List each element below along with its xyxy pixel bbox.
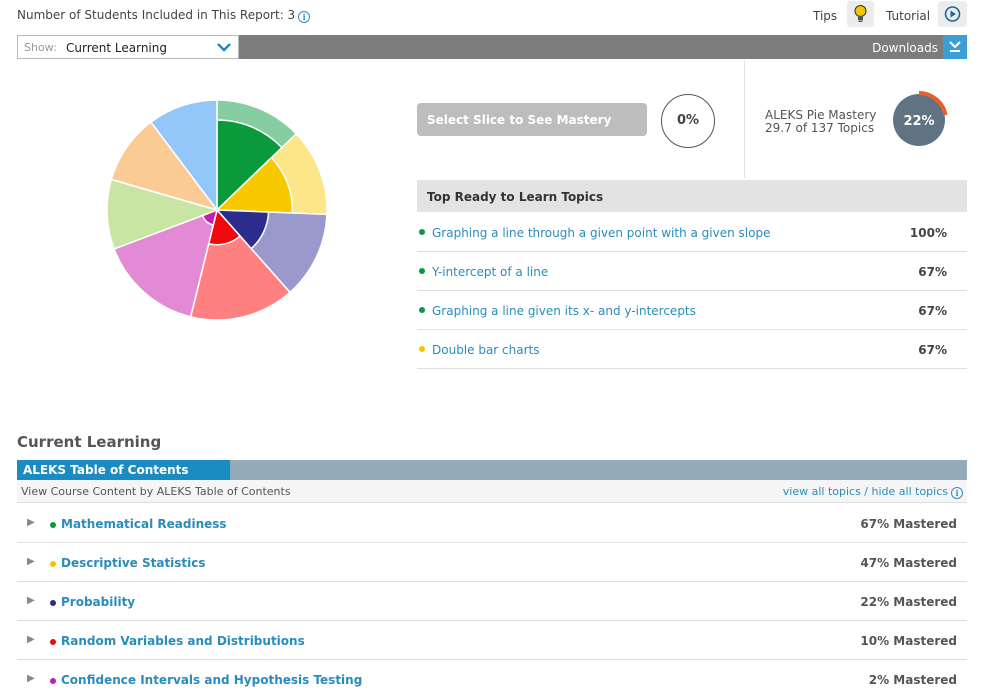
aleks-pie-chart[interactable] — [105, 98, 329, 322]
topic-percent: 100% — [909, 226, 947, 240]
toc-mastered: 47% Mastered — [860, 556, 957, 570]
students-count-label: Number of Students Included in This Repo… — [17, 8, 296, 22]
expand-arrow-icon[interactable]: ▶ — [27, 634, 35, 645]
top-ready-header: Top Ready to Learn Topics — [417, 180, 967, 212]
tips-label[interactable]: Tips — [813, 9, 837, 23]
toc-row[interactable]: ▶ Descriptive Statistics 47% Mastered — [17, 543, 967, 582]
topic-row[interactable]: Double bar charts 67% — [417, 330, 967, 369]
toc-row[interactable]: ▶ Random Variables and Distributions 10%… — [17, 621, 967, 660]
chevron-down-icon — [217, 43, 231, 52]
status-dot-icon — [419, 346, 425, 352]
downloads-button[interactable] — [943, 35, 967, 59]
expand-arrow-icon[interactable]: ▶ — [27, 517, 35, 528]
pie-mastery-percent: 22% — [903, 114, 934, 129]
show-bar: Show: Current Learning Downloads — [17, 35, 967, 59]
expand-arrow-icon[interactable]: ▶ — [27, 556, 35, 567]
topic-percent: 67% — [918, 304, 947, 318]
toc-unit-link[interactable]: Probability — [61, 595, 135, 609]
status-dot-icon — [419, 229, 425, 235]
top-bar: Number of Students Included in This Repo… — [0, 0, 991, 30]
downloads-label[interactable]: Downloads — [872, 41, 938, 55]
aleks-pie[interactable] — [105, 98, 329, 322]
download-icon — [949, 41, 961, 52]
expand-arrow-icon[interactable]: ▶ — [27, 673, 35, 684]
toc-toggle-links[interactable]: view all topics / hide all topics i — [783, 485, 963, 499]
status-dot-icon — [50, 522, 56, 528]
toc-row[interactable]: ▶ Confidence Intervals and Hypothesis Te… — [17, 660, 967, 696]
select-slice-button[interactable]: Select Slice to See Mastery — [417, 103, 647, 136]
status-dot-icon — [50, 600, 56, 606]
status-dot-icon — [50, 678, 56, 684]
toc-unit-link[interactable]: Mathematical Readiness — [61, 517, 227, 531]
toc-mastered: 67% Mastered — [860, 517, 957, 531]
info-icon[interactable]: i — [951, 487, 963, 499]
pie-mastery-title: ALEKS Pie Mastery — [765, 108, 877, 122]
topic-percent: 67% — [918, 343, 947, 357]
topic-percent: 67% — [918, 265, 947, 279]
topic-row[interactable]: Y-intercept of a line 67% — [417, 252, 967, 291]
show-label: Show: — [24, 41, 57, 54]
info-icon[interactable]: i — [298, 11, 311, 23]
status-dot-icon — [50, 561, 56, 567]
slice-mastery-value: 0% — [661, 94, 715, 148]
toc-row[interactable]: ▶ Mathematical Readiness 67% Mastered — [17, 504, 967, 543]
pie-mastery-ring: 22% — [893, 91, 948, 146]
lightbulb-icon — [854, 5, 867, 22]
topic-link[interactable]: Y-intercept of a line — [432, 265, 548, 279]
toc-row[interactable]: ▶ Probability 22% Mastered — [17, 582, 967, 621]
divider — [744, 60, 745, 178]
view-hide-topics-link[interactable]: view all topics / hide all topics — [783, 485, 948, 498]
topic-link[interactable]: Graphing a line given its x- and y-inter… — [432, 304, 696, 318]
tutorial-label[interactable]: Tutorial — [886, 9, 930, 23]
toc-tab-bar: ALEKS Table of Contents — [17, 460, 967, 480]
toc-mastered: 2% Mastered — [868, 673, 957, 687]
status-dot-icon — [419, 307, 425, 313]
toc-unit-link[interactable]: Descriptive Statistics — [61, 556, 206, 570]
toc-unit-link[interactable]: Confidence Intervals and Hypothesis Test… — [61, 673, 362, 687]
current-learning-title: Current Learning — [17, 433, 162, 451]
play-icon — [944, 6, 961, 22]
toc-mastered: 22% Mastered — [860, 595, 957, 609]
topic-link[interactable]: Double bar charts — [432, 343, 540, 357]
toc-mastered: 10% Mastered — [860, 634, 957, 648]
toc-subheader-label: View Course Content by ALEKS Table of Co… — [21, 485, 291, 498]
expand-arrow-icon[interactable]: ▶ — [27, 595, 35, 606]
topic-row[interactable]: Graphing a line given its x- and y-inter… — [417, 291, 967, 330]
pie-mastery-topics: 29.7 of 137 Topics — [765, 121, 875, 135]
status-dot-icon — [419, 268, 425, 274]
status-dot-icon — [50, 639, 56, 645]
tab-aleks-toc[interactable]: ALEKS Table of Contents — [17, 460, 230, 480]
topic-link[interactable]: Graphing a line through a given point wi… — [432, 226, 770, 240]
tutorial-button[interactable] — [938, 1, 967, 27]
toc-unit-link[interactable]: Random Variables and Distributions — [61, 634, 305, 648]
topic-row[interactable]: Graphing a line through a given point wi… — [417, 213, 967, 252]
show-select[interactable]: Show: Current Learning — [17, 35, 239, 59]
students-count: Number of Students Included in This Repo… — [17, 8, 311, 23]
show-value: Current Learning — [66, 41, 167, 55]
tips-button[interactable] — [847, 1, 874, 27]
toc-subheader: View Course Content by ALEKS Table of Co… — [17, 480, 967, 503]
